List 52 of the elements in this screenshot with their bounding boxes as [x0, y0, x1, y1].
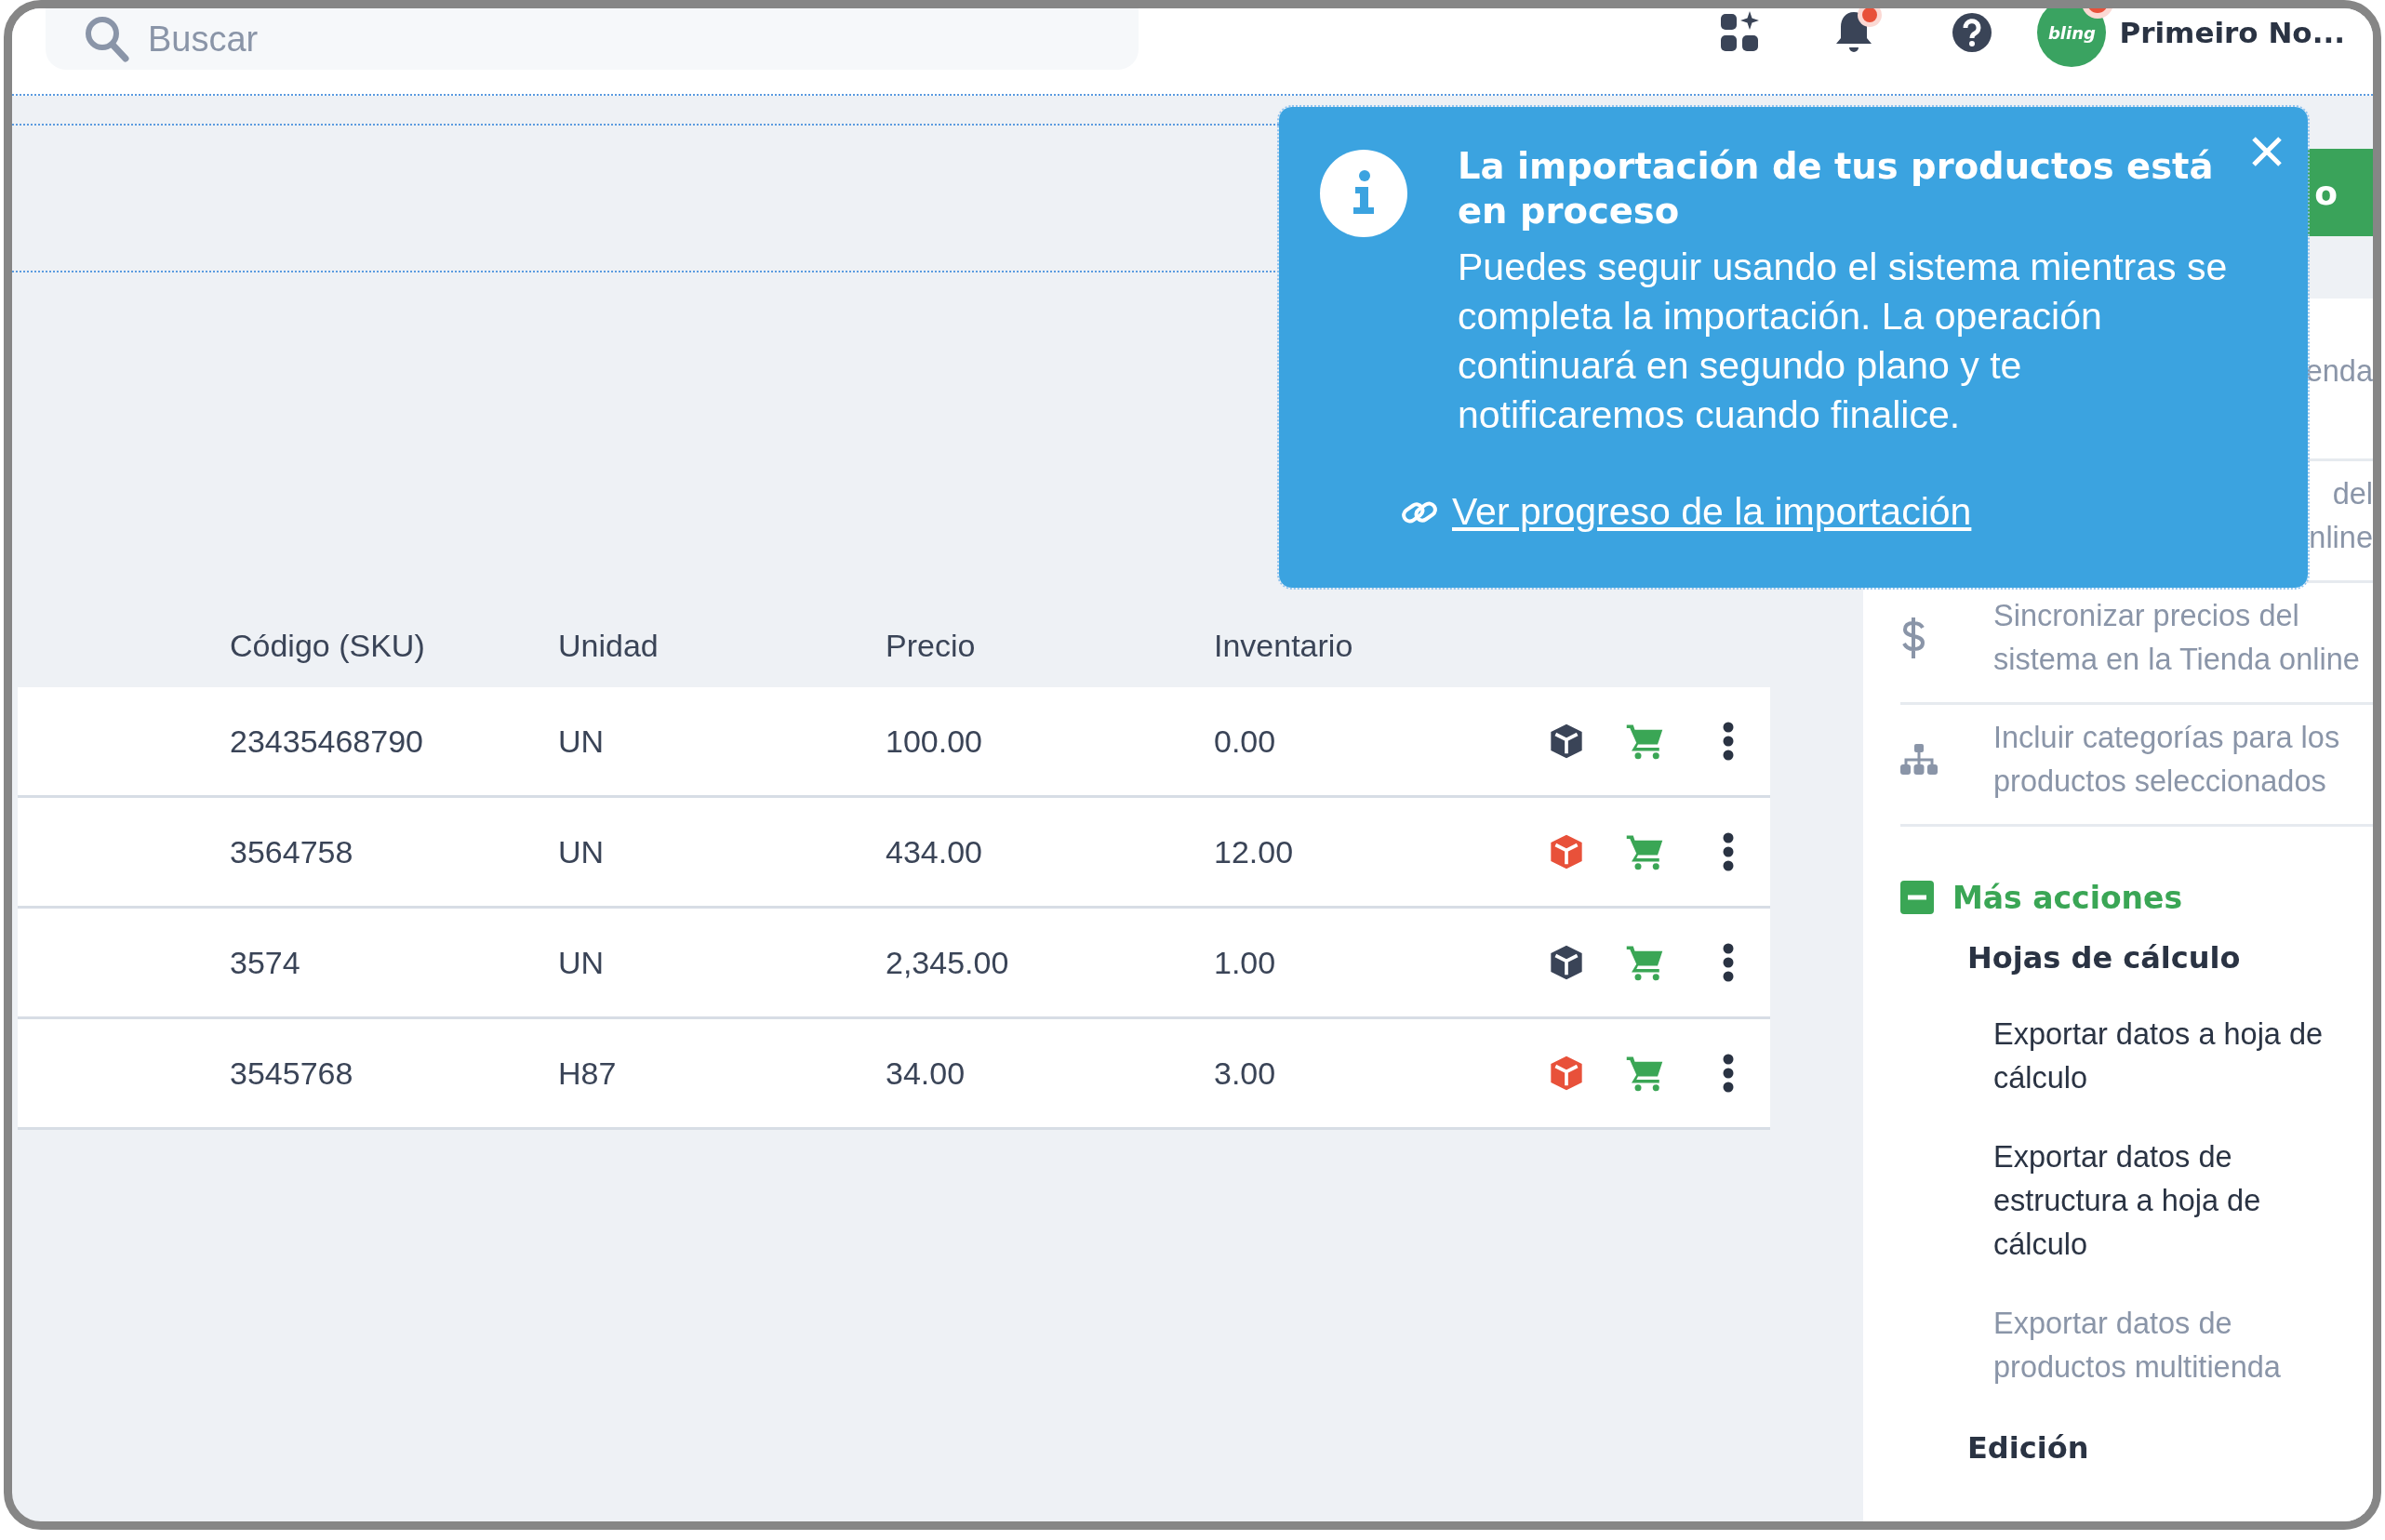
table-row[interactable]: 23435468790 UN 100.00 0.00: [18, 687, 1770, 798]
table-cell-text: 1.00: [1214, 944, 1277, 981]
table-cell-text: UN: [558, 723, 606, 760]
table-row[interactable]: 3545768 H87 34.00 3.00: [18, 1019, 1770, 1130]
box-icon[interactable]: [1548, 944, 1585, 981]
sidebar-item[interactable]: del nline: [2309, 472, 2373, 560]
table-row[interactable]: 3574 UN 2,345.00 1.00: [18, 909, 1770, 1019]
more-options-icon[interactable]: [1722, 721, 1735, 762]
table-cell-text: 3564758: [230, 833, 354, 870]
cart-icon[interactable]: [1625, 833, 1664, 870]
cart-icon[interactable]: [1625, 723, 1664, 760]
group-title: Edición: [1967, 1429, 2090, 1467]
table-cell-text: 23435468790: [230, 723, 424, 760]
column-header: Unidad: [558, 627, 660, 664]
menu-item[interactable]: Exportar datos a hoja de cálculo: [1993, 1013, 2338, 1100]
table-cell-text: 12.00: [1214, 833, 1295, 870]
dollar-icon: [1900, 617, 1926, 659]
more-options-icon[interactable]: [1722, 942, 1735, 983]
cart-icon[interactable]: [1625, 1055, 1664, 1092]
hierarchy-icon: [1900, 744, 1938, 776]
menu-item[interactable]: Exportar datos de estructura a hoja de cálculo: [1993, 1135, 2338, 1267]
table-cell-text: 2,345.00: [886, 944, 1010, 981]
column-header: Precio: [886, 627, 977, 664]
group-title: Hojas de cálculo: [1967, 939, 2242, 977]
toast-title: La importación de tus productos está en proceso: [1458, 144, 2215, 233]
section-title[interactable]: Más acciones: [1952, 879, 2183, 916]
table-cell-text: 3.00: [1214, 1055, 1277, 1092]
table-cell-text: 100.00: [886, 723, 983, 760]
table-cell-text: UN: [558, 833, 606, 870]
table-cell-text: 434.00: [886, 833, 983, 870]
column-header: Inventario: [1214, 627, 1354, 664]
column-header: Código (SKU): [230, 627, 426, 664]
box-icon[interactable]: [1548, 723, 1585, 760]
search-icon: [85, 16, 129, 62]
sidebar-item[interactable]: enda: [2305, 350, 2373, 393]
table-cell-text: UN: [558, 944, 606, 981]
table-cell-text: 3545768: [230, 1055, 354, 1092]
search-field[interactable]: Buscar: [46, 8, 1139, 70]
collapse-icon[interactable]: [1900, 881, 1934, 914]
more-options-icon[interactable]: [1722, 1053, 1735, 1094]
account-avatar[interactable]: bling: [2037, 8, 2107, 67]
account-name[interactable]: Primeiro No...: [2119, 16, 2345, 49]
table-cell-text: 34.00: [886, 1055, 966, 1092]
info-icon: [1320, 150, 1407, 237]
cart-icon[interactable]: [1625, 944, 1664, 981]
table-row[interactable]: 3564758 UN 434.00 12.00: [18, 798, 1770, 909]
table-cell-text: 3574: [230, 944, 301, 981]
table-cell-text: 0.00: [1214, 723, 1277, 760]
table-cell-text: H87: [558, 1055, 618, 1092]
progress-link[interactable]: Ver progreso de la importación: [1452, 490, 1972, 534]
more-options-icon[interactable]: [1722, 831, 1735, 872]
toast-message: Puedes seguir usando el sistema mientras se completa la importación. La operación continuará en segundo plano y te notificaremos cuando finalice.: [1458, 245, 2229, 438]
